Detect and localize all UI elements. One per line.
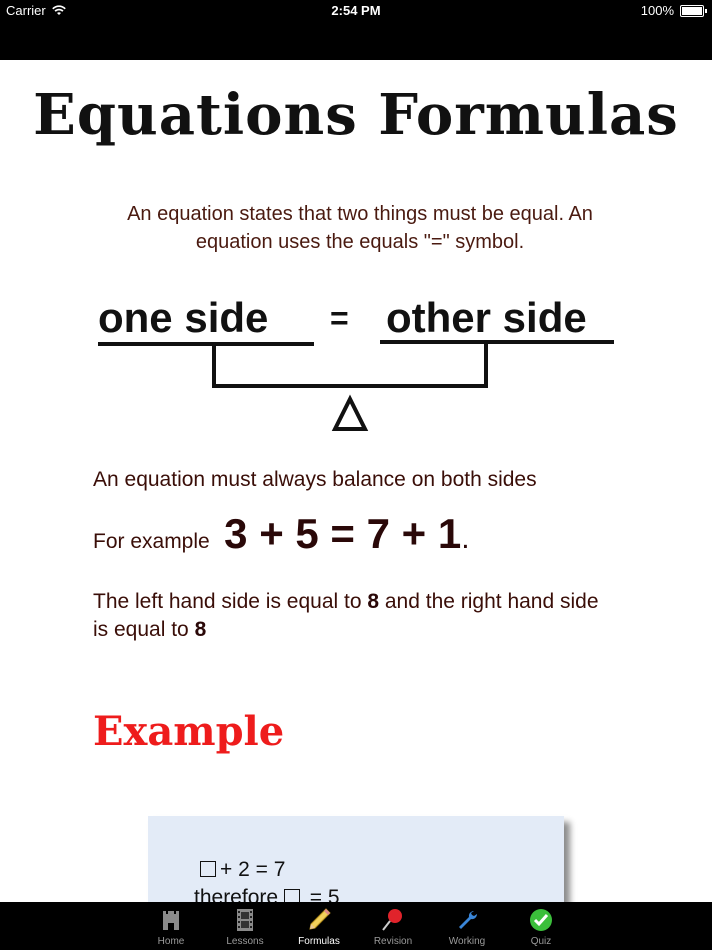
content-area[interactable]: Equations Formulas An equation states th…	[0, 60, 712, 902]
page-title: Equations Formulas	[33, 82, 679, 148]
battery-percent: 100%	[640, 3, 674, 18]
battery-icon	[680, 4, 707, 17]
pushpin-icon	[356, 906, 430, 934]
example-box-line-2-prefix: therefore	[194, 886, 284, 902]
example-label: For example	[93, 530, 210, 553]
tab-revision[interactable]: Revision	[356, 902, 430, 950]
tab-quiz[interactable]: Quiz	[504, 902, 578, 950]
blank-square-icon	[283, 889, 300, 902]
balance-diagram: one side = other side	[92, 292, 622, 440]
example-box-line-1: + 2 = 7	[200, 858, 285, 882]
status-right: 100%	[640, 3, 707, 18]
castle-icon	[134, 906, 208, 934]
pencil-icon	[282, 906, 356, 934]
rhs-value: 8	[194, 618, 207, 641]
tab-lessons-label: Lessons	[226, 936, 264, 947]
wrench-icon	[430, 906, 504, 934]
tab-home[interactable]: Home	[134, 902, 208, 950]
sides-explanation: The left hand side is equal to 8 and the…	[93, 588, 613, 644]
status-time: 2:54 PM	[331, 3, 381, 18]
status-bar: Carrier 2:54 PM 100%	[0, 0, 712, 60]
tab-home-label: Home	[157, 936, 185, 947]
intro-text: An equation states that two things must …	[127, 203, 593, 253]
example-period: .	[461, 522, 470, 555]
example-box-line-2: therefore = 5	[194, 886, 340, 902]
explanation-part1: The left hand side is equal to	[93, 590, 368, 613]
balance-statement: An equation must always balance on both …	[93, 468, 537, 491]
example-box: + 2 = 7 therefore = 5	[148, 816, 564, 902]
example-box-line-1-text: + 2 = 7	[220, 858, 286, 881]
tab-working-label: Working	[448, 936, 486, 947]
tab-working[interactable]: Working	[430, 902, 504, 950]
checkmark-icon	[504, 906, 578, 934]
tab-lessons[interactable]: Lessons	[208, 902, 282, 950]
tab-quiz-label: Quiz	[530, 936, 552, 947]
example-line: For example 3 + 5 = 7 + 1.	[93, 510, 470, 570]
example-heading: Example	[93, 708, 285, 755]
example-box-line-2-suffix: = 5	[303, 886, 340, 902]
tab-formulas-label: Formulas	[298, 936, 340, 947]
blank-square-icon	[200, 861, 216, 877]
example-equation: 3 + 5 = 7 + 1	[224, 510, 462, 557]
lhs-value: 8	[367, 590, 380, 613]
tab-bar: Home Lessons Formulas Revision Working Q…	[0, 902, 712, 950]
tab-formulas[interactable]: Formulas	[282, 902, 356, 950]
balance-scale-icon	[98, 340, 614, 431]
tab-revision-label: Revision	[373, 936, 413, 947]
film-icon	[208, 906, 282, 934]
